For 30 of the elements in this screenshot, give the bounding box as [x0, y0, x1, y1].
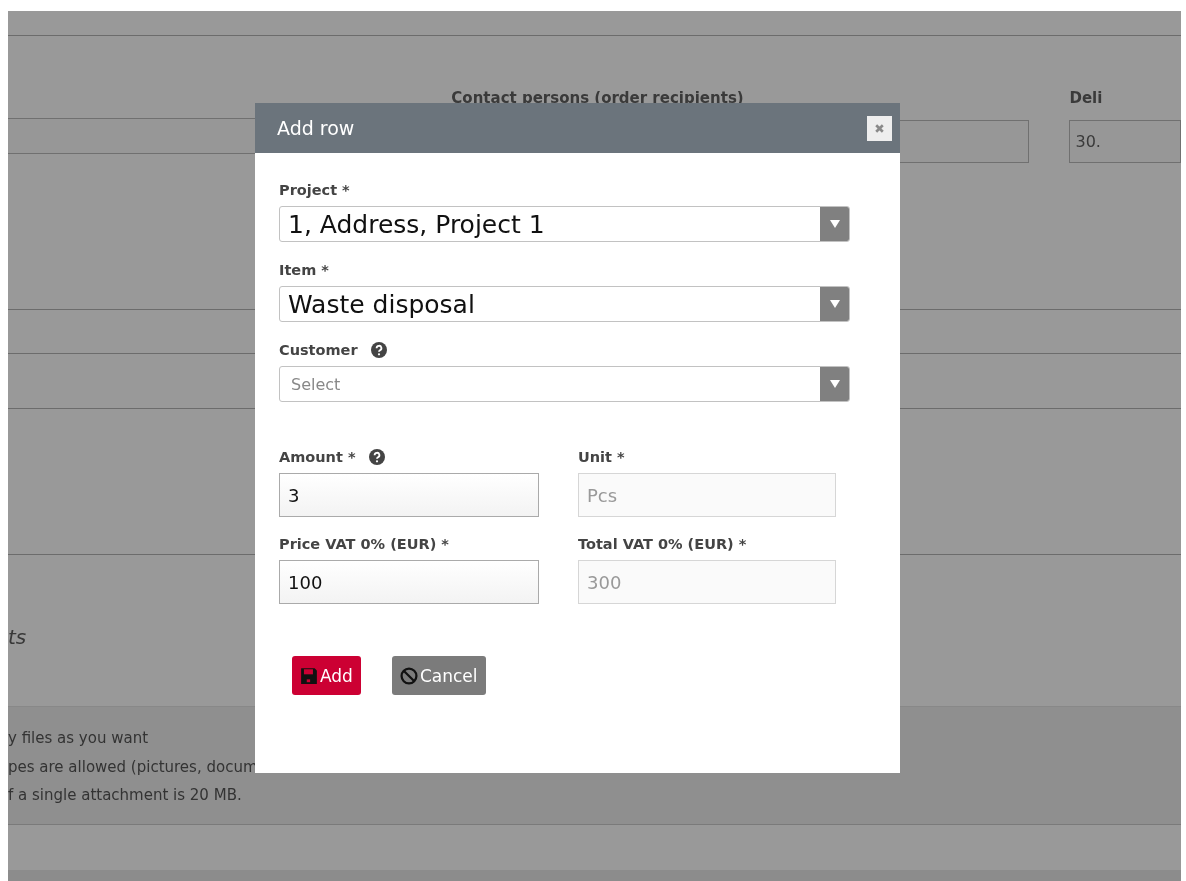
prohibited-icon	[399, 666, 418, 685]
caret-icon[interactable]	[820, 207, 849, 241]
dialog-title: Add row	[277, 117, 355, 139]
help-icon[interactable]	[370, 342, 387, 358]
field-label: Contact persons (order recipients)	[451, 88, 745, 108]
help-icon[interactable]	[368, 449, 385, 465]
field-label: Unit *	[578, 449, 625, 465]
close-button[interactable]	[867, 115, 892, 141]
dropdown[interactable]: 1, Address, Project 1	[279, 206, 850, 242]
close-icon	[874, 122, 885, 134]
date-field[interactable]: 30.	[1069, 120, 1181, 163]
section-heading: ts	[8, 625, 27, 649]
cancel-button[interactable]: Cancel	[391, 656, 486, 695]
dropdown[interactable]: Waste disposal	[279, 286, 850, 322]
add-button[interactable]: Add	[292, 656, 361, 695]
caret-icon[interactable]	[820, 367, 849, 401]
input-field[interactable]: 100	[279, 560, 539, 604]
note-text: f a single attachment is 20 MB.	[8, 785, 242, 806]
input-field[interactable]: 3	[279, 473, 539, 517]
dropdown[interactable]: Select	[279, 366, 850, 402]
field-label: Amount *	[279, 449, 356, 465]
field-label: Deli	[1069, 88, 1104, 108]
caret-icon[interactable]	[820, 287, 849, 321]
field-label: Customer	[279, 342, 358, 358]
field-label: Total VAT 0% (EUR) *	[578, 536, 747, 552]
field-label: Project *	[279, 182, 350, 198]
field-label: Item *	[279, 262, 329, 278]
note-text: y files as you want	[8, 728, 149, 749]
note-text: pes are allowed (pictures, docum	[8, 756, 258, 778]
field-label: Price VAT 0% (EUR) *	[279, 536, 449, 552]
